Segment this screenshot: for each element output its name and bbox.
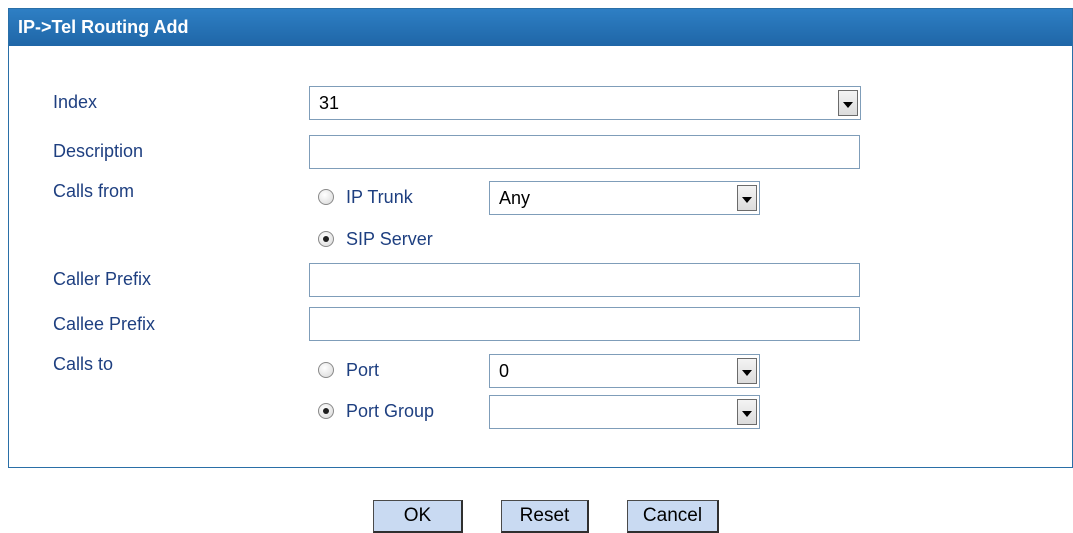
calls-from-label: Calls from [53, 181, 135, 201]
panel-title: IP->Tel Routing Add [9, 9, 1072, 46]
ip-trunk-label: IP Trunk [346, 186, 413, 207]
dropdown-arrow-icon[interactable] [737, 399, 757, 425]
index-label: Index [53, 92, 98, 112]
index-value: 31 [319, 93, 340, 113]
dropdown-arrow-icon[interactable] [838, 90, 858, 116]
sip-server-radio-option[interactable]: SIP Server [318, 226, 433, 252]
ip-trunk-value: Any [499, 188, 531, 208]
description-input[interactable] [309, 135, 860, 169]
caller-prefix-input[interactable] [309, 263, 860, 297]
port-group-select[interactable] [489, 395, 760, 429]
ip-trunk-select[interactable]: Any [489, 181, 760, 215]
index-select[interactable]: 31 [309, 86, 861, 120]
port-select[interactable]: 0 [489, 354, 760, 388]
callee-prefix-input[interactable] [309, 307, 860, 341]
ip-trunk-radio-option[interactable]: IP Trunk [318, 184, 413, 210]
caller-prefix-label: Caller Prefix [53, 269, 152, 289]
sip-server-label: SIP Server [346, 228, 433, 249]
reset-button[interactable]: Reset [501, 500, 589, 533]
port-value: 0 [499, 361, 510, 381]
dropdown-arrow-icon[interactable] [737, 185, 757, 211]
port-radio-option[interactable]: Port [318, 357, 379, 383]
ip-trunk-radio[interactable] [318, 189, 334, 205]
cancel-button[interactable]: Cancel [627, 500, 719, 533]
ok-button[interactable]: OK [373, 500, 463, 533]
dropdown-arrow-icon[interactable] [737, 358, 757, 384]
port-group-radio-option[interactable]: Port Group [318, 398, 434, 424]
port-label: Port [346, 359, 380, 380]
port-group-radio[interactable] [318, 403, 334, 419]
sip-server-radio[interactable] [318, 231, 334, 247]
port-radio[interactable] [318, 362, 334, 378]
calls-to-label: Calls to [53, 354, 114, 374]
callee-prefix-label: Callee Prefix [53, 314, 156, 334]
description-label: Description [53, 141, 144, 161]
port-group-label: Port Group [346, 400, 435, 421]
